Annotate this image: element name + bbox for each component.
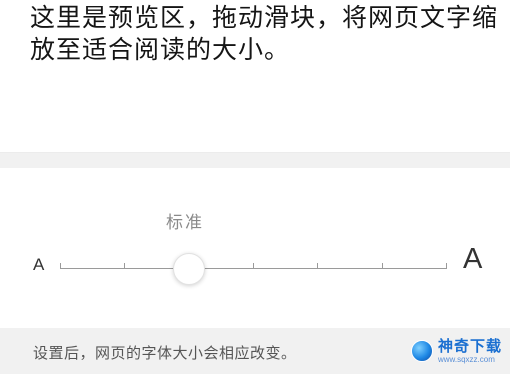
large-font-icon: A [463, 243, 483, 275]
watermark-title: 神奇下载 [437, 336, 502, 355]
settings-note: 设置后，网页的字体大小会相应改变。 [33, 344, 297, 362]
slider-tick [382, 263, 383, 269]
font-level-label: 标准 [166, 213, 204, 233]
slider-tick [253, 263, 254, 269]
slider-tick [317, 263, 318, 269]
watermark-logo-icon [410, 340, 433, 362]
preview-text: 这里是预览区，拖动滑块，将网页文字缩放至适合阅读的大小。 [30, 3, 499, 64]
font-size-slider-thumb[interactable] [173, 253, 205, 285]
section-divider [0, 152, 510, 168]
slider-tick [124, 263, 125, 269]
font-size-slider-track[interactable] [60, 263, 447, 269]
preview-area: 这里是预览区，拖动滑块，将网页文字缩放至适合阅读的大小。 [0, 0, 510, 152]
watermark-url: www.sqxzz.com [437, 354, 495, 364]
slider-tick [60, 263, 61, 269]
watermark: 神奇下载 www.sqxzz.com [410, 334, 502, 368]
slider-tick [446, 263, 447, 269]
font-size-slider-panel: 标准 A A [0, 168, 510, 328]
small-font-icon: A [33, 255, 45, 274]
